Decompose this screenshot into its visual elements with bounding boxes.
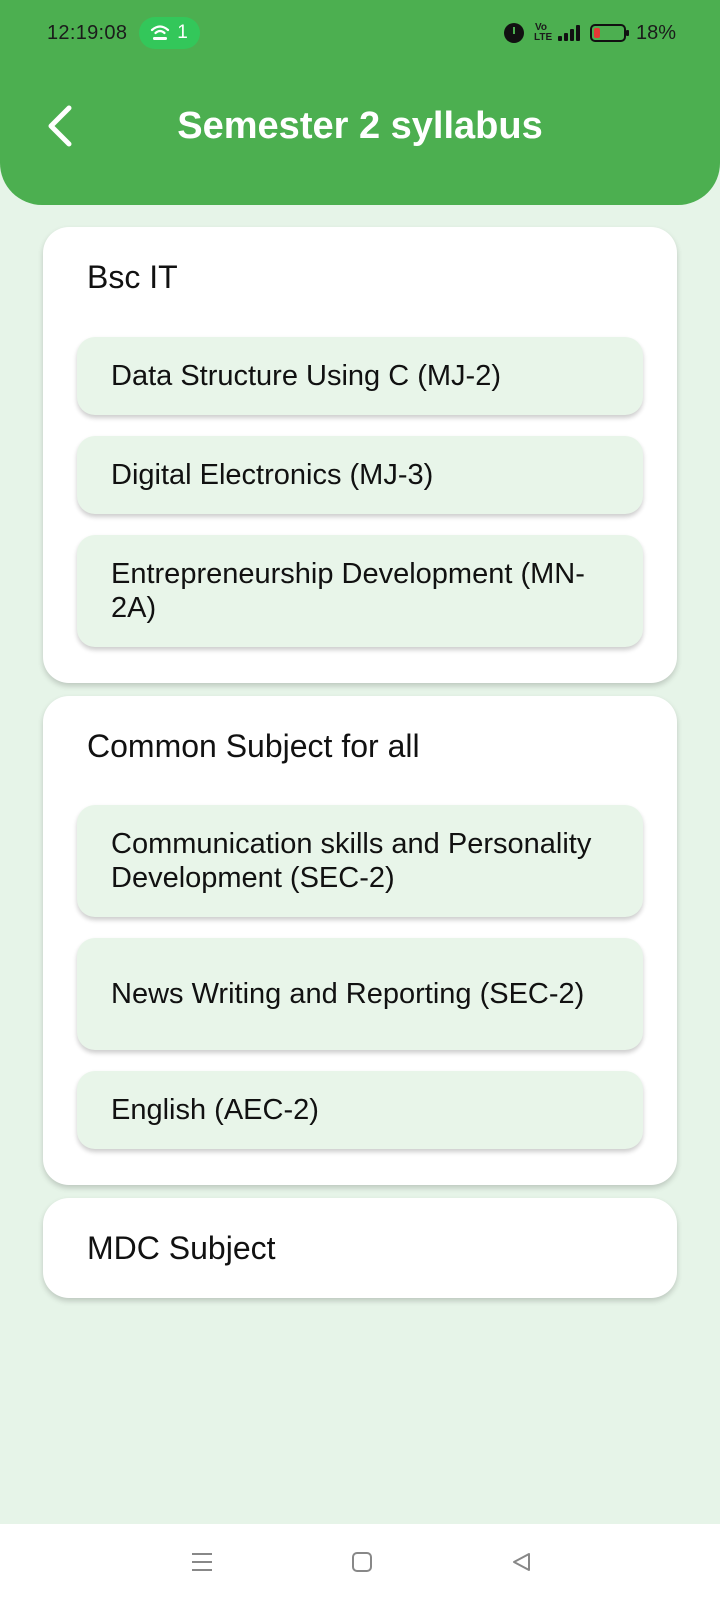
- battery-level: 18%: [635, 21, 676, 44]
- subject-item[interactable]: Entrepreneurship Development (MN-2A): [77, 535, 643, 647]
- section-title: Common Subject for all: [87, 728, 420, 764]
- volte-indicator: Vo LTE: [533, 22, 553, 43]
- back-arrow-icon: [48, 105, 72, 147]
- status-time: 12:19:08: [47, 21, 128, 44]
- hotspot-count: 1: [177, 22, 188, 43]
- home-icon: [352, 1552, 372, 1572]
- page-title: Semester 2 syllabus: [177, 104, 543, 147]
- section-title: Bsc IT: [87, 259, 178, 295]
- menu-button[interactable]: [162, 1524, 242, 1600]
- status-bar: 12:19:08 1 Vo LTE 18%: [0, 0, 720, 66]
- subject-item[interactable]: English (AEC-2): [77, 1071, 643, 1149]
- system-nav-bar: [0, 1524, 720, 1600]
- back-button[interactable]: [36, 102, 84, 150]
- alarm-icon: [503, 23, 524, 43]
- nav-back-icon: [513, 1553, 530, 1571]
- subject-item[interactable]: Communication skills and Personality Dev…: [77, 805, 643, 917]
- section-card-mdc[interactable]: MDC Subject: [43, 1198, 677, 1298]
- section-card-common: Common Subject for all Communication ski…: [43, 696, 677, 1185]
- section-card-bsc-it: Bsc IT Data Structure Using C (MJ-2) Dig…: [43, 227, 677, 683]
- menu-icon: [192, 1553, 212, 1571]
- signal-icon: [557, 25, 580, 41]
- home-button[interactable]: [322, 1524, 402, 1600]
- subject-item[interactable]: Data Structure Using C (MJ-2): [77, 337, 643, 415]
- hotspot-icon: [151, 25, 170, 40]
- section-title: MDC Subject: [87, 1230, 276, 1266]
- subject-item[interactable]: News Writing and Reporting (SEC-2): [77, 938, 643, 1050]
- subject-item[interactable]: Digital Electronics (MJ-3): [77, 436, 643, 514]
- hotspot-indicator: 1: [139, 17, 200, 49]
- battery-icon: [589, 24, 629, 42]
- app-bar: Semester 2 syllabus: [0, 86, 720, 166]
- nav-back-button[interactable]: [481, 1524, 561, 1600]
